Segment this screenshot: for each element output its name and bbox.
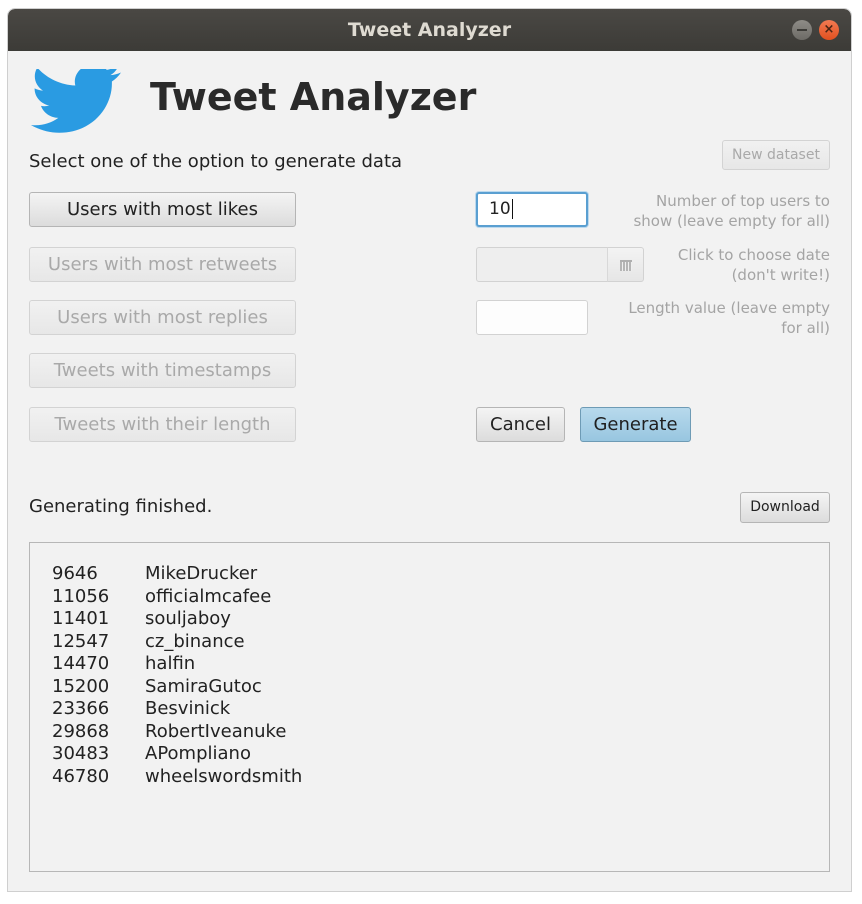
result-row: 30483 APompliano [52, 743, 829, 766]
result-row: 23366 Besvinick [52, 698, 829, 721]
date-hint: Click to choose date (don't write!) [590, 245, 830, 285]
generate-button[interactable]: Generate [580, 407, 691, 442]
users-most-retweets-button[interactable]: Users with most retweets [29, 247, 296, 282]
result-count: 11401 [52, 608, 110, 629]
result-count: 15200 [52, 675, 110, 697]
date-input[interactable] [476, 247, 608, 282]
result-user: officialmcafee [145, 585, 272, 607]
new-dataset-button[interactable]: New dataset [722, 140, 830, 170]
result-count: 11056 [52, 585, 110, 607]
result-row: 9646 MikeDrucker [52, 563, 829, 586]
result-user: cz_binance [145, 630, 245, 652]
result-count: 14470 [52, 653, 110, 674]
result-row: 46780 wheelswordsmith [52, 766, 829, 789]
text-caret [511, 199, 513, 219]
result-user: SamiraGutoc [145, 675, 262, 697]
result-count: 46780 [52, 765, 110, 787]
result-user: APompliano [145, 743, 251, 764]
top-users-value: 10 [489, 199, 511, 219]
result-row: 12547 cz_binance [52, 631, 829, 654]
date-hint-line2: (don't write!) [731, 266, 830, 284]
result-user: RobertIveanuke [145, 720, 287, 742]
users-most-replies-button[interactable]: Users with most replies [29, 300, 296, 335]
result-count: 23366 [52, 698, 110, 719]
results-output[interactable]: 9646 MikeDrucker 11056 officialmcafee 1140… [29, 542, 830, 872]
close-icon[interactable]: × [819, 20, 839, 40]
instructions-label: Select one of the option to generate dat… [29, 151, 403, 172]
result-row: 29868 RobertIveanuke [52, 721, 829, 744]
result-user: halfin [145, 653, 196, 674]
top-users-hint-line1: Number of top users to [656, 192, 830, 210]
result-user: MikeDrucker [145, 563, 258, 584]
result-count: 12547 [52, 630, 110, 652]
title-bar[interactable]: Tweet Analyzer × [8, 9, 851, 51]
length-hint-line1: Length value (leave empty [628, 299, 830, 317]
users-most-likes-button[interactable]: Users with most likes [29, 192, 296, 227]
result-row: 15200 SamiraGutoc [52, 676, 829, 699]
status-message: Generating finished. [29, 496, 213, 517]
result-count: 29868 [52, 720, 110, 742]
download-button[interactable]: Download [740, 492, 830, 523]
result-count: 30483 [52, 743, 110, 764]
tweets-timestamps-button[interactable]: Tweets with timestamps [29, 353, 296, 388]
cancel-button[interactable]: Cancel [476, 407, 565, 442]
result-user: souljaboy [145, 608, 231, 629]
twitter-bird-icon [30, 69, 121, 133]
length-hint-line2: for all) [781, 319, 830, 337]
top-users-input[interactable]: 10 [476, 192, 588, 227]
result-count: 9646 [52, 563, 98, 584]
length-hint: Length value (leave empty for all) [590, 298, 830, 338]
result-row: 14470 halfin [52, 653, 829, 676]
minimize-icon[interactable] [792, 20, 812, 40]
main-panel: Tweet Analyzer Select one of the option … [8, 51, 851, 891]
app-window: Tweet Analyzer × Tweet Analyzer Select o… [8, 9, 851, 891]
date-hint-line1: Click to choose date [677, 246, 830, 264]
app-heading: Tweet Analyzer [150, 75, 477, 119]
length-input[interactable] [476, 300, 588, 335]
top-users-hint-line2: show (leave empty for all) [633, 212, 830, 230]
window-title: Tweet Analyzer [347, 19, 512, 41]
result-user: wheelswordsmith [145, 765, 303, 787]
result-user: Besvinick [145, 698, 231, 719]
top-users-hint: Number of top users to show (leave empty… [590, 191, 830, 231]
tweets-length-button[interactable]: Tweets with their length [29, 407, 296, 442]
result-row: 11056 officialmcafee [52, 586, 829, 609]
result-row: 11401 souljaboy [52, 608, 829, 631]
